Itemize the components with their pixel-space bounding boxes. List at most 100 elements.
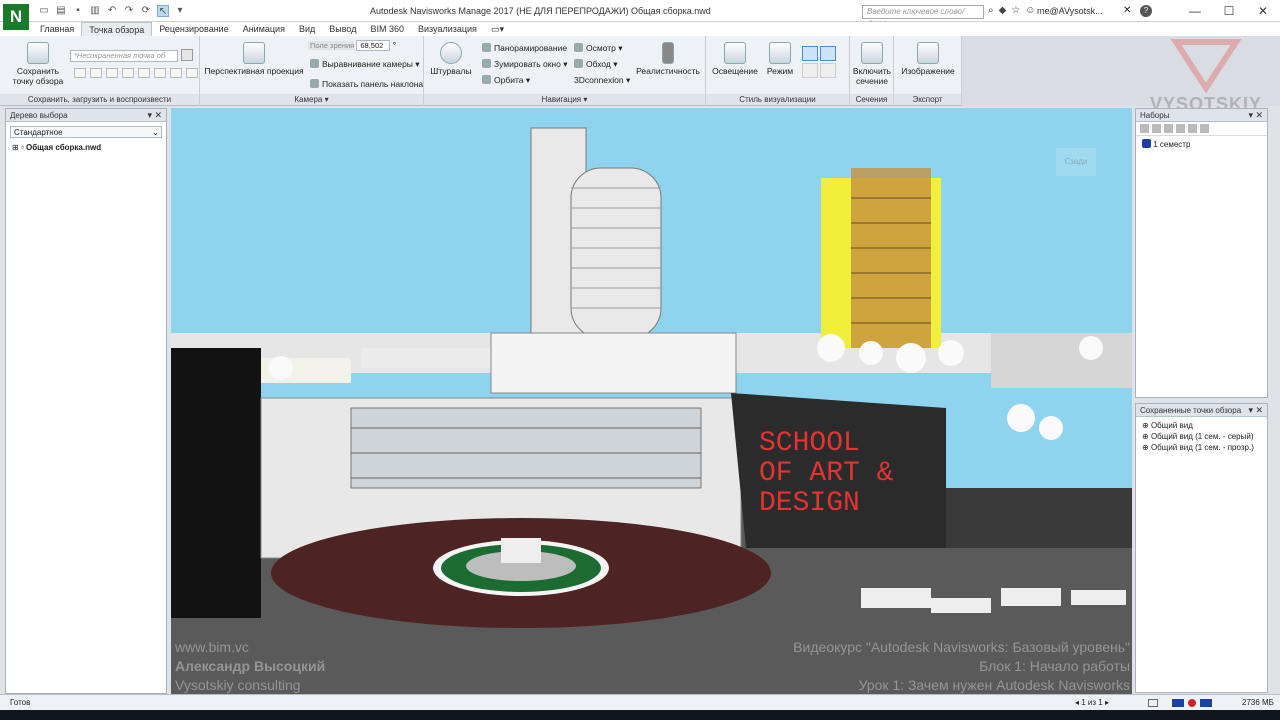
panel-close-icon[interactable]: ▾ ✕ [1248,404,1263,417]
footprints-icon [574,59,583,68]
undo-icon[interactable]: ↶ [106,5,118,17]
set-item[interactable]: 1 семестр [1136,139,1267,150]
text-icon[interactable] [820,63,836,78]
align-camera-icon [310,59,319,68]
group-save-load: Сохранить точку обзора *Несохраненная то… [0,36,200,106]
realism-button[interactable]: Реалистичность [636,42,700,76]
user-icon[interactable]: ☺ [1025,5,1035,16]
tab-animation[interactable]: Анимация [236,22,292,36]
page-nav: ◂ 1 из 1 ▸ [1075,698,1109,707]
flashlight-icon [724,42,746,64]
tree-root-item[interactable]: ⊞ ▫ Общая сборка.nwd [6,142,166,153]
exchange-icon[interactable]: ✕ [1123,5,1131,16]
tab-output[interactable]: Вывод [322,22,363,36]
last-frame-icon[interactable] [186,68,198,78]
panel-close-icon[interactable]: ▾ ✕ [1248,109,1263,122]
refresh-icon[interactable]: ⟳ [140,5,152,17]
subscription-icon[interactable]: ◆ [999,5,1007,16]
group-navigation: Штурвалы Панорамирование Зумировать окно… [424,36,706,106]
pause-icon[interactable] [138,68,150,78]
minimize-button[interactable]: — [1178,0,1212,22]
save-selection-icon[interactable] [1140,124,1149,133]
print-icon[interactable]: ▥ [89,5,101,17]
set-icon [1142,139,1151,148]
3dconnexion-button[interactable]: 3Dconnexion ▾ [574,75,630,86]
walk-button[interactable]: Обход ▾ [574,59,618,70]
open-file-icon[interactable]: ▤ [55,5,67,17]
fov-value[interactable]: 68,502 [356,40,391,51]
duplicate-icon[interactable] [1176,124,1185,133]
next-frame-icon[interactable] [170,68,182,78]
zoom-window-button[interactable]: Зумировать окно ▾ [482,59,568,70]
panel-close-icon[interactable]: ▾ ✕ [147,109,162,122]
points-icon[interactable] [802,63,818,78]
next-page-icon[interactable]: ▸ [1105,698,1109,707]
save-icon[interactable]: ▪ [72,5,84,17]
selection-tree-header: Дерево выбора ▾ ✕ [6,109,166,122]
viewpoint-icon: ⊕ [1142,432,1149,441]
steering-wheels-button[interactable]: Штурвалы [428,42,474,76]
align-camera-button[interactable]: Выравнивание камеры ▾ [310,59,420,70]
tab-home[interactable]: Главная [33,22,81,36]
watermark-right: Видеокурс "Autodesk Navisworks: Базовый … [793,639,1130,693]
tab-rendering[interactable]: Визуализация [411,22,484,36]
show-tilt-button[interactable]: Показать панель наклона [310,79,423,89]
prev-page-icon[interactable]: ◂ [1075,698,1079,707]
stop-icon[interactable] [122,68,134,78]
enable-section-button[interactable]: Включить сечение [850,42,894,86]
redo-icon[interactable]: ↷ [123,5,135,17]
save-search-icon[interactable] [1152,124,1161,133]
viewpoint-item[interactable]: ⊕ Общий вид (1 сем. - прозр.) [1136,442,1267,453]
delete-icon[interactable] [1200,124,1209,133]
binoculars-icon[interactable]: ⌕ [988,5,994,16]
orbit-button[interactable]: Орбита ▾ [482,75,530,86]
search-input[interactable]: Введите ключевое слово/фразу [862,5,984,28]
close-button[interactable]: ✕ [1246,0,1280,22]
viewpoint-item[interactable]: ⊕ Общий вид (1 сем. - серый) [1136,431,1267,442]
solid-icon[interactable] [820,46,836,61]
new-file-icon[interactable]: ▭ [38,5,50,17]
tab-viewpoint[interactable]: Точка обзора [81,22,153,36]
app-logo[interactable]: N [3,4,29,30]
new-folder-icon[interactable] [1164,124,1173,133]
viewpoint-select[interactable]: *Несохраненная точка об [70,50,178,62]
expand-icon[interactable]: ⊞ [12,143,19,152]
section-icon [861,42,883,64]
rewind-icon[interactable] [106,68,118,78]
mode-button[interactable]: Режим [760,42,800,76]
tilt-icon [310,79,319,88]
prev-frame-icon[interactable] [90,68,102,78]
viewpoint-item[interactable]: ⊕ Общий вид [1136,420,1267,431]
sheet-icon[interactable] [1148,699,1158,707]
first-frame-icon[interactable] [74,68,86,78]
sign-line-1: SCHOOL [759,428,860,459]
pan-button[interactable]: Панорамирование [482,43,567,53]
maximize-button[interactable]: ☐ [1212,0,1246,22]
qat-dropdown-icon[interactable]: ▾ [174,5,186,17]
help-button[interactable]: ? [1140,5,1152,17]
save-viewpoint-button[interactable]: Сохранить точку обзора [8,42,68,86]
perspective-button[interactable]: Перспективная проекция [204,42,304,76]
tab-bim360[interactable]: BIM 360 [363,22,411,36]
favorites-icon[interactable]: ☆ [1011,5,1020,16]
wireframe-icon[interactable] [802,46,818,61]
tab-extra-icon[interactable]: ▭▾ [484,22,511,36]
viewpoint-settings-icon[interactable] [181,49,193,61]
sign-line-2: OF ART & [759,458,894,489]
selection-tree-dropdown[interactable]: Стандартное ⌄ [10,126,162,138]
look-button[interactable]: Осмотр ▾ [574,43,623,54]
viewcube[interactable]: Сзади [1056,148,1096,176]
disk-icon [1188,699,1196,707]
tab-review[interactable]: Рецензирование [152,22,236,36]
select-cursor-icon[interactable]: ↖ [157,5,169,17]
add-comment-icon[interactable] [1188,124,1197,133]
group-camera-label: Камера ▾ [200,94,423,105]
group-export: Изображение Экспорт [894,36,962,106]
3d-viewport[interactable]: SCHOOL OF ART & DESIGN Сзади www.bim.vc … [171,108,1132,694]
sets-panel: Наборы ▾ ✕ 1 семестр [1135,108,1268,398]
tab-view[interactable]: Вид [292,22,322,36]
user-account[interactable]: me@AVysotsk... [1037,6,1103,16]
play-icon[interactable] [154,68,166,78]
lighting-button[interactable]: Освещение [710,42,760,76]
image-export-button[interactable]: Изображение [896,42,960,76]
